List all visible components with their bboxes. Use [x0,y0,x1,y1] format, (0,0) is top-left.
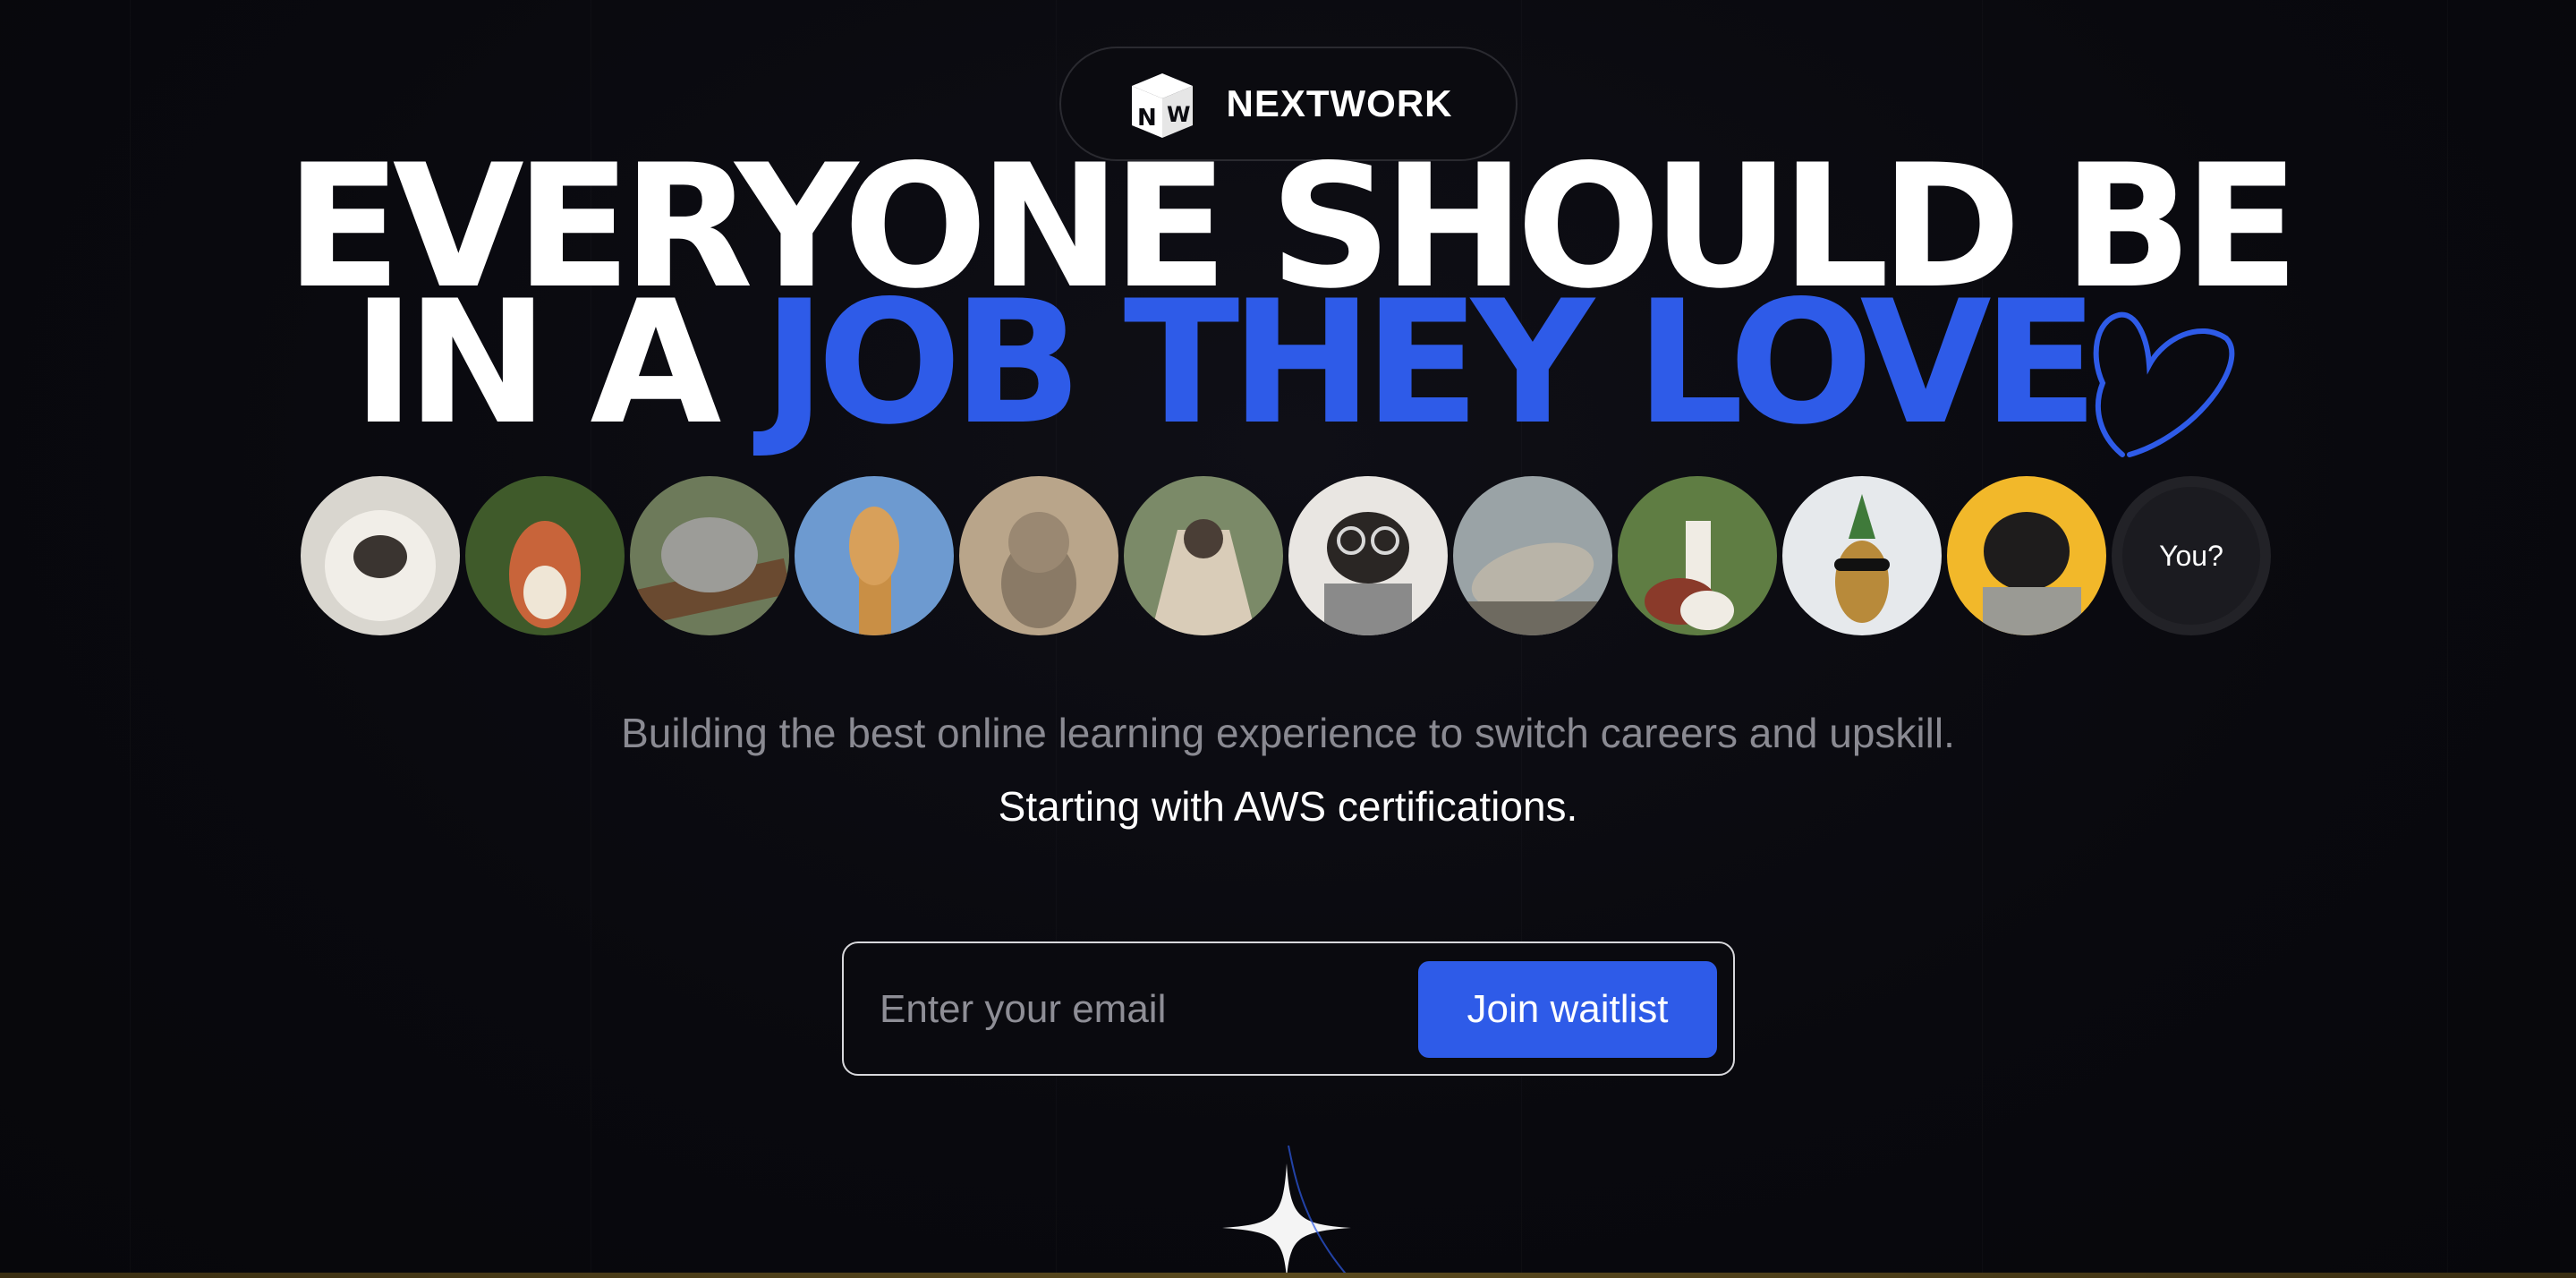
headline-accent: JOB THEY LOVE [762,264,2099,462]
email-input[interactable] [880,968,1345,1051]
seal-avatar [1453,476,1612,635]
kitten-avatar [959,476,1118,635]
giraffe-photo-icon [849,507,899,635]
fluffy-pug-photo-icon [325,510,436,621]
koala-photo-icon [630,517,789,627]
pineapple-sunglasses-photo-icon [1834,494,1890,623]
seal-photo-icon [1453,542,1612,635]
pug-yellow-avatar [1947,476,2106,635]
join-waitlist-button[interactable]: Join waitlist [1418,961,1717,1058]
fluffy-pug-avatar [301,476,460,635]
bottom-edge-bar [0,1273,2576,1278]
headline-line-2-prefix: IN A [352,264,763,462]
squirrel-avatar [465,476,625,635]
you-avatar: You? [2112,476,2271,635]
waitlist-form: Join waitlist [842,941,1735,1076]
pug-yellow-photo-icon [1983,512,2081,635]
pug-glasses-avatar [1288,476,1448,635]
landing-page: N W NEXTWORK EVERYONE SHOULD BE IN A JOB… [0,0,2576,1278]
koala-avatar [630,476,789,635]
pug-glasses-photo-icon [1324,512,1412,635]
you-label: You? [2159,539,2223,572]
kitten-photo-icon [1001,512,1076,628]
hero-subline: Starting with AWS certifications. [998,783,1578,830]
avatar-row: You? [301,476,2271,635]
pineapple-avatar [1782,476,1942,635]
brand-name: NEXTWORK [1226,82,1453,124]
hero-tagline: Building the best online learning experi… [621,710,1955,756]
giraffe-avatar [795,476,954,635]
sparkle-icon [1222,1146,1351,1278]
pug-blanket-photo-icon [1151,519,1256,635]
alpaca-avatar [1618,476,1777,635]
pug-blanket-avatar [1124,476,1283,635]
squirrel-photo-icon [509,521,581,628]
svg-text:W: W [1167,102,1190,127]
heart-icon [2093,311,2235,457]
alpaca-photo-icon [1645,521,1734,630]
